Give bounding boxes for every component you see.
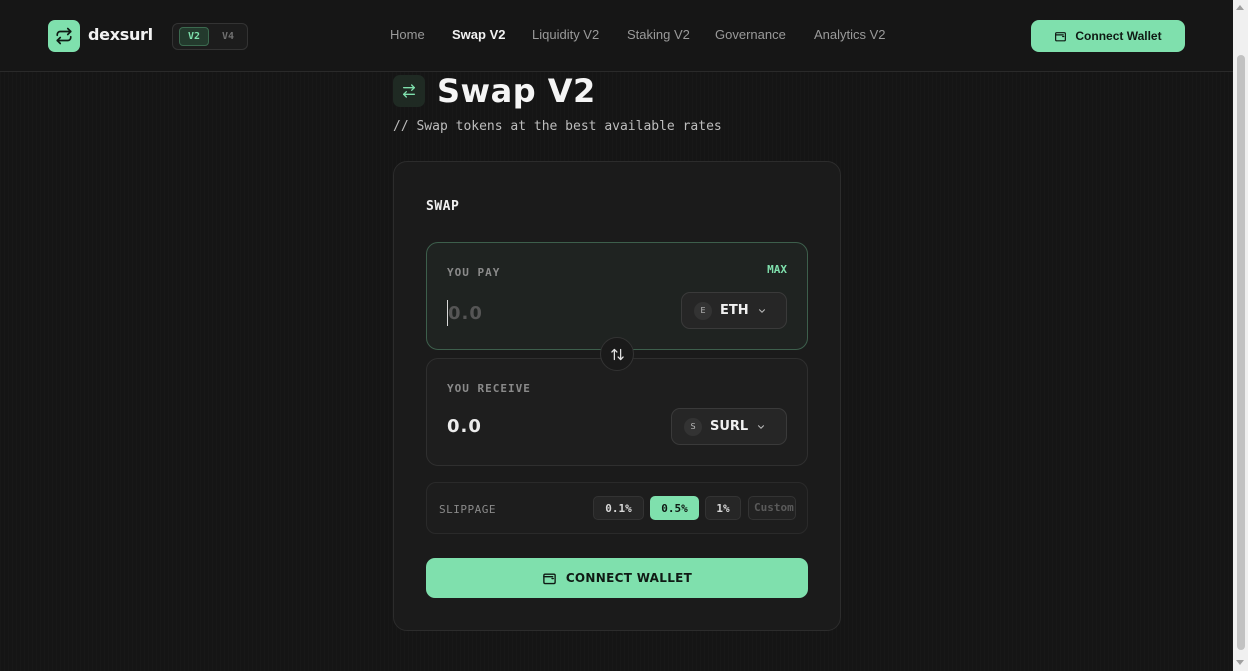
slippage-option-0-1[interactable]: 0.1%	[593, 496, 644, 520]
pay-label: YOU PAY	[447, 266, 501, 279]
version-v4-button[interactable]: V4	[213, 27, 243, 46]
scroll-up-arrow-icon[interactable]	[1236, 5, 1244, 10]
swap-card-title: SWAP	[426, 199, 460, 214]
wallet-icon	[1055, 31, 1067, 41]
version-switcher: V2 V4	[172, 23, 248, 50]
connect-wallet-label: CONNECT WALLET	[565, 571, 693, 585]
receive-amount: 0.0	[447, 416, 482, 437]
nav-liquidity-v2[interactable]: Liquidity V2	[532, 27, 599, 42]
nav-governance[interactable]: Governance	[715, 27, 786, 42]
page-subtitle: // Swap tokens at the best available rat…	[393, 119, 722, 134]
page-title-icon-box	[393, 75, 425, 107]
receive-label: YOU RECEIVE	[447, 382, 531, 395]
swap-card: SWAP YOU PAY MAX E ETH YOU RECEIVE 0.0 S…	[393, 161, 841, 631]
brand-name[interactable]: dexsurl	[88, 25, 153, 44]
connect-wallet-button[interactable]: CONNECT WALLET	[426, 558, 808, 598]
receive-token-symbol: SURL	[710, 419, 749, 434]
nav-home[interactable]: Home	[390, 27, 425, 42]
slippage-option-0-5[interactable]: 0.5%	[650, 496, 699, 520]
receive-token-selector[interactable]: S SURL	[671, 408, 787, 445]
nav-analytics-v2[interactable]: Analytics V2	[814, 27, 886, 42]
page-scrollbar[interactable]	[1233, 0, 1248, 671]
pay-token-symbol: ETH	[720, 303, 749, 318]
wallet-icon	[543, 572, 556, 584]
receive-panel: YOU RECEIVE 0.0 S SURL	[426, 358, 808, 466]
slippage-option-1[interactable]: 1%	[705, 496, 741, 520]
chevron-down-icon	[758, 424, 765, 429]
page-title: Swap V2	[437, 72, 596, 110]
swap-arrows-icon	[403, 84, 415, 98]
surl-token-icon: S	[684, 417, 702, 436]
chevron-down-icon	[758, 308, 765, 313]
connect-wallet-header-button[interactable]: Connect Wallet	[1031, 20, 1185, 52]
swap-arrows-icon	[56, 27, 72, 45]
swap-vertical-icon	[610, 348, 624, 360]
logo[interactable]	[48, 20, 80, 52]
pay-amount-input[interactable]	[447, 300, 607, 326]
nav-staking-v2[interactable]: Staking V2	[627, 27, 690, 42]
slippage-custom-input[interactable]: Custom	[748, 496, 796, 520]
connect-wallet-header-label: Connect Wallet	[1075, 29, 1162, 43]
version-v2-button[interactable]: V2	[179, 27, 209, 46]
nav-swap-v2[interactable]: Swap V2	[452, 27, 505, 42]
pay-token-selector[interactable]: E ETH	[681, 292, 787, 329]
max-button[interactable]: MAX	[767, 263, 787, 276]
top-navbar: dexsurl V2 V4 Home Swap V2 Liquidity V2 …	[0, 0, 1233, 72]
pay-panel: YOU PAY MAX E ETH	[426, 242, 808, 350]
slippage-settings: SLIPPAGE 0.1% 0.5% 1% Custom	[426, 482, 808, 534]
slippage-label: SLIPPAGE	[439, 503, 496, 516]
scroll-down-arrow-icon[interactable]	[1236, 660, 1244, 665]
scroll-thumb[interactable]	[1237, 55, 1245, 650]
swap-direction-button[interactable]	[600, 337, 634, 371]
eth-token-icon: E	[694, 301, 712, 320]
